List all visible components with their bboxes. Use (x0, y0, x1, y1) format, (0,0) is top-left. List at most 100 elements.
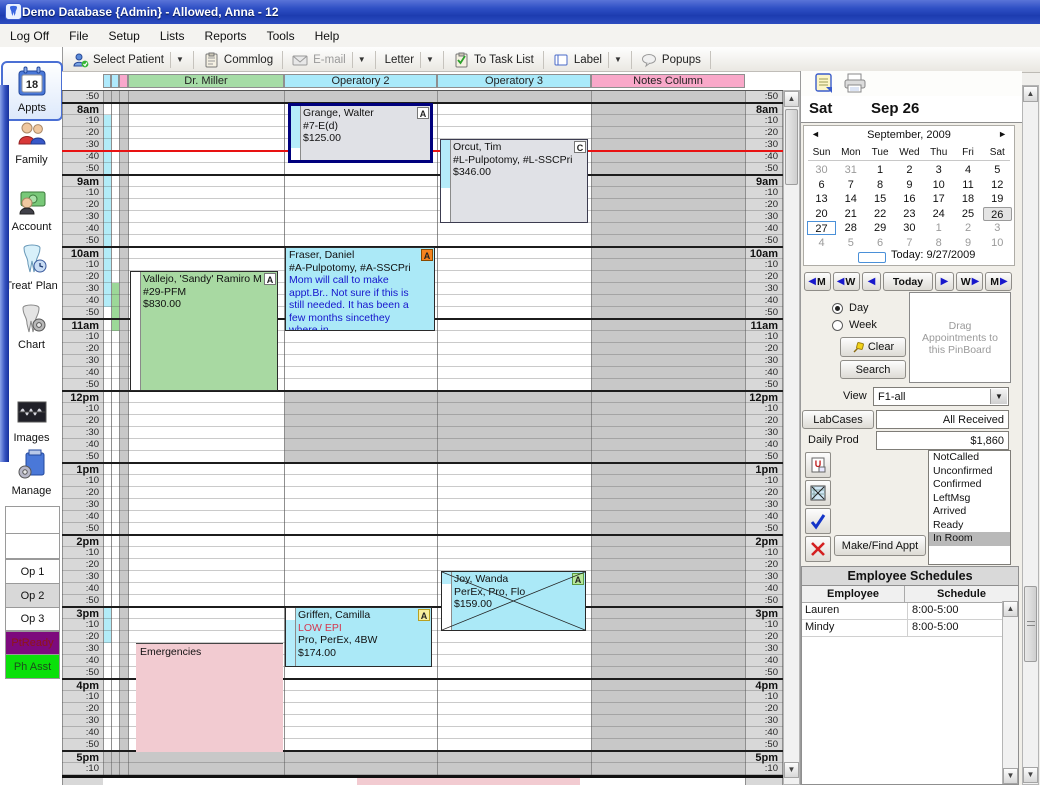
op-button-op-1[interactable]: Op 1 (5, 559, 60, 584)
op-button-op-3[interactable]: Op 3 (5, 607, 60, 631)
nav-forward-m-button[interactable]: M▶ (985, 272, 1012, 291)
calendar-day-3[interactable]: 3 (924, 163, 953, 177)
nav-today-button[interactable]: Today (883, 272, 933, 291)
grid-scroll-thumb[interactable] (785, 109, 798, 185)
calendar-day-8[interactable]: 8 (866, 178, 895, 192)
appointment-orcut[interactable]: Orcut, Tim#L-Pulpotomy, #L-SSCPri$346.00… (440, 139, 588, 223)
labcases-button[interactable]: LabCases (802, 410, 874, 429)
employee-row[interactable]: Mindy8:00-5:00 (802, 620, 1018, 637)
popups-button[interactable]: Popups (635, 49, 707, 71)
grid-column-s2[interactable] (111, 90, 119, 785)
calendar-day-6[interactable]: 6 (807, 178, 836, 192)
employee-scroll-down-button[interactable]: ▼ (1003, 768, 1018, 784)
calendar-day-7-adjacent[interactable]: 7 (895, 236, 924, 250)
appointment-grange[interactable]: Grange, Walter#7-E(d)$125.00A (288, 103, 433, 163)
sidebar-item-family[interactable]: Family (3, 115, 60, 171)
column-header-miller[interactable]: Dr. Miller (128, 74, 284, 88)
calendar-day-24[interactable]: 24 (924, 207, 953, 221)
calendar-day-30[interactable]: 30 (895, 221, 924, 235)
day-radio-label[interactable]: Day (849, 302, 869, 314)
calendar-next-icon[interactable]: ► (998, 129, 1007, 139)
letter-button[interactable]: Letter▼ (379, 49, 440, 71)
nav-back-m-button[interactable]: ◀M (804, 272, 831, 291)
calendar-day-19[interactable]: 19 (983, 192, 1012, 206)
op-button-blank-1[interactable] (5, 533, 60, 559)
panel-vscrollbar[interactable]: ▲ ▼ (1022, 85, 1039, 785)
calendar-day-7[interactable]: 7 (836, 178, 865, 192)
calendar-today-box[interactable] (858, 252, 886, 263)
sidebar-item-appts[interactable]: 18Appts (1, 61, 63, 121)
grid-column-s3[interactable] (119, 90, 128, 785)
view-dropdown[interactable]: F1-all ▼ (873, 387, 1009, 406)
commlog-button[interactable]: Commlog (197, 49, 279, 71)
calendar-day-1-adjacent[interactable]: 1 (924, 221, 953, 235)
sidebar-item-chart[interactable]: Chart (3, 300, 60, 356)
calendar-day-4[interactable]: 4 (954, 163, 983, 177)
menu-item-reports[interactable]: Reports (195, 26, 257, 46)
blockout-emergencies[interactable]: Emergencies (136, 643, 283, 752)
calendar-day-27[interactable]: 27 (807, 221, 836, 235)
week-radio[interactable] (832, 320, 843, 331)
calendar-day-15[interactable]: 15 (866, 192, 895, 206)
confirm-check-button[interactable] (805, 508, 831, 534)
calendar-day-9-adjacent[interactable]: 9 (954, 236, 983, 250)
e-mail-button[interactable]: E-mail▼ (286, 49, 372, 71)
calendar-day-31-adjacent[interactable]: 31 (836, 163, 865, 177)
unscheduled-list-button[interactable]: U (805, 452, 831, 478)
sidebar-item-account[interactable]: Account (3, 182, 60, 238)
calendar-day-6-adjacent[interactable]: 6 (866, 236, 895, 250)
calendar-day-18[interactable]: 18 (954, 192, 983, 206)
search-button[interactable]: Search (840, 360, 906, 379)
appointment-joy[interactable]: Joy, WandaPerEx, Pro, Flo$159.00A (441, 571, 586, 631)
op-button-blank-0[interactable] (5, 506, 60, 534)
op-button-ph-asst[interactable]: Ph Asst (5, 654, 60, 679)
label-button[interactable]: Label▼ (547, 49, 628, 71)
calendar-day-9[interactable]: 9 (895, 178, 924, 192)
clear-button[interactable]: Clear (840, 337, 906, 357)
calendar-day-10[interactable]: 10 (924, 178, 953, 192)
panel-scroll-down-button[interactable]: ▼ (1023, 767, 1038, 783)
sidebar-item-images[interactable]: Images (3, 393, 60, 449)
delete-x-button[interactable] (805, 536, 831, 562)
menu-item-tools[interactable]: Tools (257, 26, 305, 46)
view-dropdown-arrow-icon[interactable]: ▼ (990, 389, 1007, 404)
grid-column-op2[interactable] (284, 90, 437, 785)
status-item-arrived[interactable]: Arrived (929, 505, 1010, 519)
status-item-leftmsg[interactable]: LeftMsg (929, 492, 1010, 506)
grid-column-s1[interactable] (103, 90, 111, 785)
menu-item-log-off[interactable]: Log Off (0, 26, 59, 46)
menu-item-file[interactable]: File (59, 26, 98, 46)
calendar-day-23[interactable]: 23 (895, 207, 924, 221)
menu-item-help[interactable]: Help (305, 26, 350, 46)
status-item-notcalled[interactable]: NotCalled (929, 451, 1010, 465)
day-radio[interactable] (832, 303, 843, 314)
calendar-day-8-adjacent[interactable]: 8 (924, 236, 953, 250)
sidebar-item-manage[interactable]: Manage (3, 446, 60, 502)
calendar-day-2-adjacent[interactable]: 2 (954, 221, 983, 235)
panel-scroll-up-button[interactable]: ▲ (1023, 86, 1038, 102)
employee-row[interactable]: Lauren8:00-5:00 (802, 603, 1018, 620)
calendar-day-4-adjacent[interactable]: 4 (807, 236, 836, 250)
calendar-day-3-adjacent[interactable]: 3 (983, 221, 1012, 235)
grid-scroll-down-button[interactable]: ▼ (784, 762, 799, 778)
grid-vscrollbar[interactable]: ▲ ▼ (783, 90, 800, 785)
appointment-vallejo[interactable]: Vallejo, 'Sandy' Ramiro M#29-PFM$830.00A (130, 271, 278, 391)
calendar-day-29[interactable]: 29 (866, 221, 895, 235)
calendar-day-5-adjacent[interactable]: 5 (836, 236, 865, 250)
status-item-ready[interactable]: Ready (929, 519, 1010, 533)
dropdown-arrow-icon[interactable]: ▼ (420, 52, 434, 68)
employee-scroll-up-button[interactable]: ▲ (1003, 601, 1018, 617)
select-patient-button[interactable]: Select Patient▼ (66, 49, 190, 71)
pinboard-note-button[interactable] (812, 72, 836, 94)
calendar-day-25[interactable]: 25 (954, 207, 983, 221)
op-button-ptready[interactable]: PtReady (5, 631, 60, 655)
sidebar-item-treat-plan[interactable]: Treat' Plan (3, 241, 60, 297)
status-item-unconfirmed[interactable]: Unconfirmed (929, 465, 1010, 479)
calendar-day-16[interactable]: 16 (895, 192, 924, 206)
to-task-list-button[interactable]: To Task List (447, 49, 540, 71)
calendar-day-14[interactable]: 14 (836, 192, 865, 206)
make-find-appt-button[interactable]: Make/Find Appt (834, 535, 926, 556)
column-header-op2[interactable]: Operatory 2 (284, 74, 437, 88)
calendar-day-17[interactable]: 17 (924, 192, 953, 206)
calendar-day-13[interactable]: 13 (807, 192, 836, 206)
